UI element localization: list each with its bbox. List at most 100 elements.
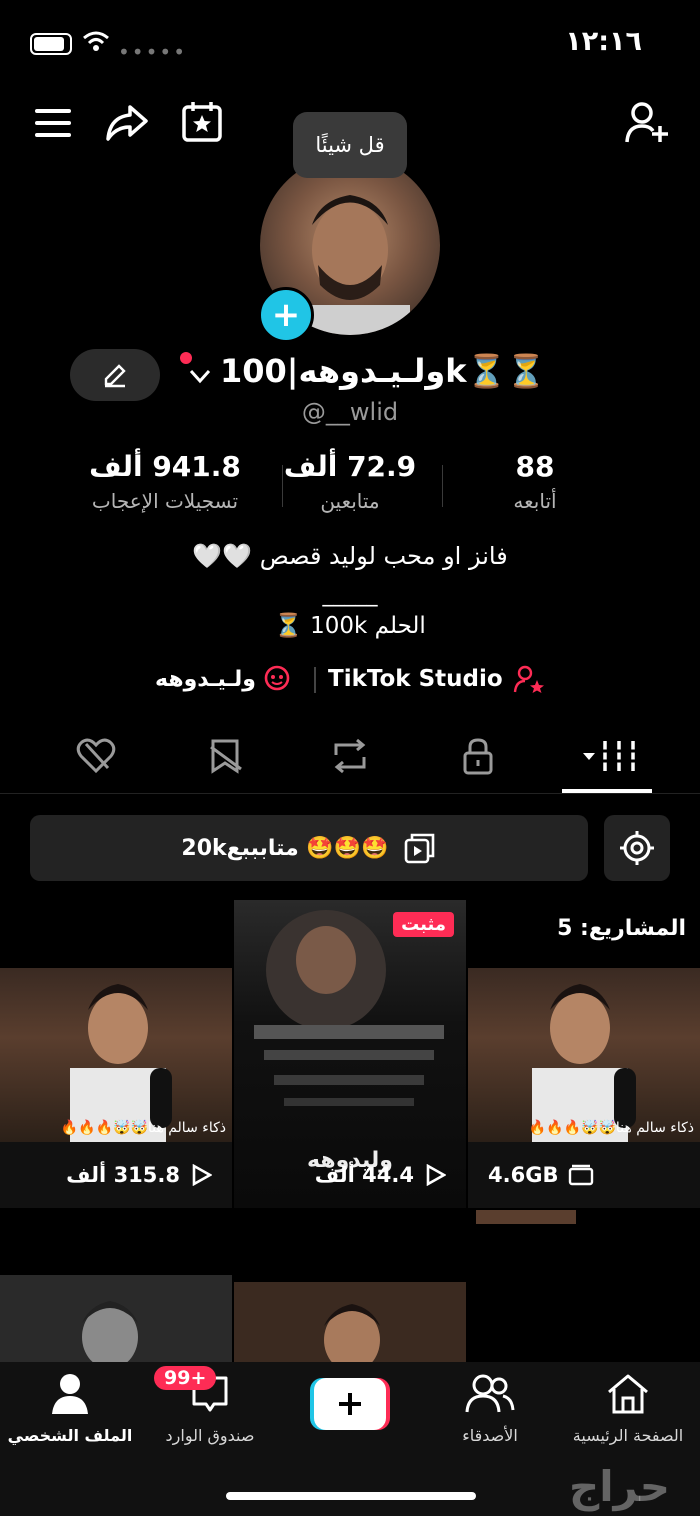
battery-icon bbox=[30, 33, 72, 55]
stat-divider bbox=[442, 465, 443, 507]
home-icon bbox=[608, 1374, 648, 1414]
bio-line-2: _____ bbox=[322, 582, 378, 607]
stat-likes[interactable]: 941.8 ألف تسجيلات الإعجاب bbox=[60, 450, 270, 513]
video-stats: 44.4 ألف bbox=[234, 1142, 466, 1208]
following-label: أتابعه bbox=[513, 489, 557, 513]
nav-inbox[interactable]: صندوق الوارد 99+ bbox=[140, 1366, 280, 1445]
followers-label: متابعين bbox=[320, 489, 380, 513]
links-divider bbox=[314, 667, 316, 693]
views-count: 44.4 ألف bbox=[314, 1163, 414, 1187]
tab-private[interactable] bbox=[438, 725, 518, 787]
video-tile-1[interactable]: ذكاء سالم هنا🤯🤯🔥🔥🔥 315.8 ألف bbox=[0, 900, 232, 1208]
add-friend-button[interactable] bbox=[622, 98, 672, 148]
stat-following[interactable]: 88 أتابعه bbox=[470, 450, 600, 513]
video-caption: ذكاء سالم هنا🤯🤯🔥🔥🔥 bbox=[528, 1120, 694, 1136]
bottom-nav: الملف الشخصي صندوق الوارد 99+ الأصدقاء ا… bbox=[0, 1362, 700, 1516]
nav-profile-label: الملف الشخصي bbox=[7, 1426, 133, 1445]
home-indicator bbox=[226, 1492, 476, 1500]
bookmark-hidden-icon bbox=[210, 739, 242, 774]
add-user-icon bbox=[625, 102, 668, 143]
gear-icon bbox=[620, 831, 654, 865]
tab-liked[interactable] bbox=[56, 725, 136, 787]
nav-home-label: الصفحة الرئيسية bbox=[572, 1426, 684, 1445]
bio-line-1: فانز او محب لوليد قصص 🤍🤍 bbox=[192, 542, 508, 570]
tab-videos[interactable] bbox=[566, 725, 656, 787]
video-tile-pinned[interactable]: مثبت وليدوهه 44.4 ألف bbox=[234, 900, 466, 1208]
calendar-star-icon bbox=[182, 102, 222, 142]
playlist-icon bbox=[404, 833, 434, 864]
nav-home[interactable]: الصفحة الرئيسية bbox=[558, 1372, 698, 1445]
profile-person-icon bbox=[52, 1374, 88, 1414]
name-dropdown[interactable] bbox=[180, 352, 216, 392]
signal-icon: ••••• bbox=[118, 40, 187, 64]
group-chat-icon bbox=[264, 665, 290, 691]
drafts-size: 4.6GB bbox=[488, 1163, 559, 1187]
share-arrow-icon bbox=[106, 105, 148, 141]
video-tile-4[interactable] bbox=[234, 1282, 466, 1365]
username: @__wlid bbox=[301, 398, 399, 426]
lock-icon bbox=[463, 738, 493, 775]
drafts-label: المشاريع: 5 bbox=[557, 916, 686, 941]
video-stats: 315.8 ألف bbox=[0, 1142, 232, 1208]
create-button[interactable] bbox=[310, 1378, 390, 1430]
pencil-icon bbox=[104, 364, 126, 388]
wifi-icon bbox=[82, 30, 110, 56]
bio-line-3: الحلم 100k ⏳ bbox=[274, 613, 426, 639]
views-count: 315.8 ألف bbox=[66, 1163, 180, 1187]
repost-icon bbox=[334, 738, 366, 774]
active-tab-indicator bbox=[562, 789, 652, 793]
tab-favorites[interactable] bbox=[186, 725, 266, 787]
speech-bubble-text: قل شيئًا bbox=[315, 133, 385, 157]
likes-count: 941.8 ألف bbox=[89, 450, 241, 483]
playlist-banner[interactable]: 20kمتابببع 🤩🤩🤩 bbox=[30, 815, 588, 881]
tab-reposts[interactable] bbox=[310, 725, 390, 787]
speech-bubble[interactable]: قل شيئًا bbox=[293, 112, 407, 178]
play-icon bbox=[192, 1164, 212, 1186]
video-thumbnail: ذكاء سالم هنا🤯🤯🔥🔥🔥 bbox=[0, 968, 232, 1142]
group-link[interactable]: ولـيـدوهه bbox=[155, 662, 305, 696]
following-count: 88 bbox=[515, 450, 555, 483]
pinned-badge: مثبت bbox=[393, 912, 454, 937]
tiktok-studio-link[interactable]: TikTok Studio bbox=[328, 662, 553, 696]
edit-profile-button[interactable] bbox=[70, 349, 160, 401]
nav-profile[interactable]: الملف الشخصي bbox=[0, 1372, 140, 1445]
plus-icon bbox=[339, 1393, 361, 1415]
add-avatar-button[interactable]: + bbox=[258, 287, 314, 343]
watermark: حراج bbox=[568, 1462, 670, 1511]
video-tile-3[interactable] bbox=[0, 1275, 232, 1365]
display-name: ولـيـدوهه|100k⏳⏳ bbox=[220, 352, 547, 390]
friends-icon bbox=[465, 1374, 515, 1413]
likes-label: تسجيلات الإعجاب bbox=[91, 489, 239, 513]
share-button[interactable] bbox=[102, 100, 152, 146]
video-thumbnail: ذكاء سالم هنا🤯🤯🔥🔥🔥 bbox=[468, 968, 700, 1142]
video-thumbnail bbox=[324, 1304, 380, 1365]
status-bar: ••••• ١٢:١٦ bbox=[0, 0, 700, 80]
hamburger-menu-icon bbox=[35, 109, 71, 137]
tiktok-studio-label: TikTok Studio bbox=[328, 666, 503, 692]
plus-icon: + bbox=[271, 295, 301, 335]
chevron-down-icon bbox=[189, 369, 211, 384]
video-grid-icon bbox=[583, 741, 637, 771]
storage-icon bbox=[569, 1164, 594, 1186]
video-caption: ذكاء سالم هنا🤯🤯🔥🔥🔥 bbox=[60, 1120, 226, 1136]
studio-user-star-icon bbox=[513, 665, 544, 693]
nav-friends[interactable]: الأصدقاء bbox=[420, 1372, 560, 1445]
nav-inbox-label: صندوق الوارد bbox=[165, 1426, 255, 1445]
draft-strip bbox=[476, 1210, 576, 1224]
profile-tabs bbox=[0, 725, 700, 794]
settings-button[interactable] bbox=[604, 815, 670, 881]
menu-button[interactable] bbox=[30, 100, 76, 146]
drafts-tile[interactable]: المشاريع: 5 ذكاء سالم هنا🤯🤯🔥🔥🔥 4.6GB bbox=[468, 900, 700, 1208]
calendar-button[interactable] bbox=[178, 98, 226, 146]
stat-followers[interactable]: 72.9 ألف متابعين bbox=[280, 450, 420, 513]
video-thumbnail bbox=[82, 1301, 138, 1365]
video-thumbnail bbox=[254, 910, 444, 1106]
playlist-title: 20kمتابببع 🤩🤩🤩 bbox=[181, 835, 389, 861]
group-link-label: ولـيـدوهه bbox=[155, 666, 256, 692]
inbox-badge: 99+ bbox=[154, 1366, 217, 1390]
followers-count: 72.9 ألف bbox=[283, 450, 417, 483]
clock: ١٢:١٦ bbox=[565, 26, 642, 57]
drafts-storage: 4.6GB bbox=[468, 1142, 700, 1208]
play-icon bbox=[426, 1164, 446, 1186]
nav-friends-label: الأصدقاء bbox=[462, 1426, 518, 1445]
